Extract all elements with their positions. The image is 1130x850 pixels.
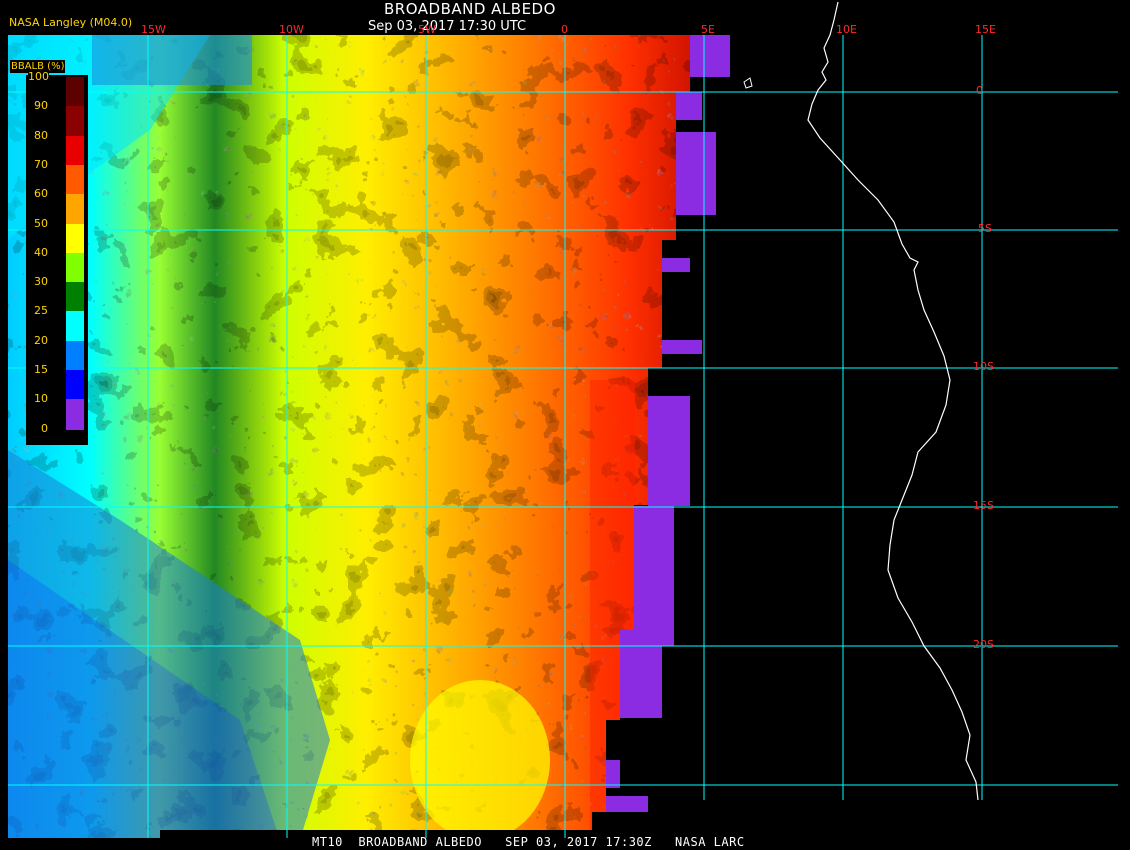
lon-label-15e: 15E xyxy=(975,23,996,36)
lat-label-15s: 15S xyxy=(973,499,994,512)
legend-swatch xyxy=(66,135,84,166)
legend-tick-15: 15 xyxy=(34,363,48,376)
lon-label-10w: 10W xyxy=(279,23,304,36)
legend-swatch xyxy=(66,194,84,225)
legend-tick-40: 40 xyxy=(34,245,48,259)
legend-swatch xyxy=(66,164,84,196)
map-timestamp: Sep 03, 2017 17:30 UTC xyxy=(368,19,527,34)
legend-tick-70: 70 xyxy=(34,157,48,171)
legend-swatch xyxy=(66,340,84,371)
legend-swatch xyxy=(66,311,84,342)
legend-tick-25: 25 xyxy=(34,304,48,318)
legend-tick-80: 80 xyxy=(34,128,48,142)
albedo-map xyxy=(8,1,1118,838)
legend-swatch xyxy=(66,370,84,401)
lon-label-10e: 10E xyxy=(836,23,857,36)
legend-swatch xyxy=(66,223,84,254)
legend-tick-100: 100 xyxy=(28,70,49,83)
lon-label-5e: 5E xyxy=(701,23,715,36)
lat-label-0: 0 xyxy=(976,84,983,97)
color-legend: BBALB (%) 100 90 80 70 60 50 40 30 25 20 15 10 0 xyxy=(10,60,88,445)
legend-tick-20: 20 xyxy=(34,333,48,347)
legend-tick-50: 50 xyxy=(34,216,48,230)
lon-label-0: 0 xyxy=(561,23,568,36)
legend-tick-60: 60 xyxy=(34,187,48,201)
legend-swatch xyxy=(66,399,84,430)
legend-tick-10: 10 xyxy=(34,392,48,406)
legend-tick-30: 30 xyxy=(34,275,48,289)
legend-swatch xyxy=(66,106,84,137)
footer-caption: MT10 BROADBAND ALBEDO SEP 03, 2017 17:30… xyxy=(312,835,745,849)
legend-swatch xyxy=(66,77,84,108)
map-title: BROADBAND ALBEDO xyxy=(384,0,556,18)
lat-label-20s: 20S xyxy=(973,638,994,651)
lat-label-10s: 10S xyxy=(973,360,994,373)
lon-label-5w: 5W xyxy=(418,23,436,36)
producer-credit: NASA Langley (M04.0) xyxy=(9,16,133,29)
lon-label-15w: 15W xyxy=(141,23,166,36)
legend-tick-90: 90 xyxy=(34,99,48,113)
legend-swatch xyxy=(66,282,84,313)
lat-label-5s: 5S xyxy=(978,222,992,235)
coastline xyxy=(807,1,979,801)
legend-swatch xyxy=(66,252,84,284)
legend-tick-0: 0 xyxy=(41,421,48,435)
